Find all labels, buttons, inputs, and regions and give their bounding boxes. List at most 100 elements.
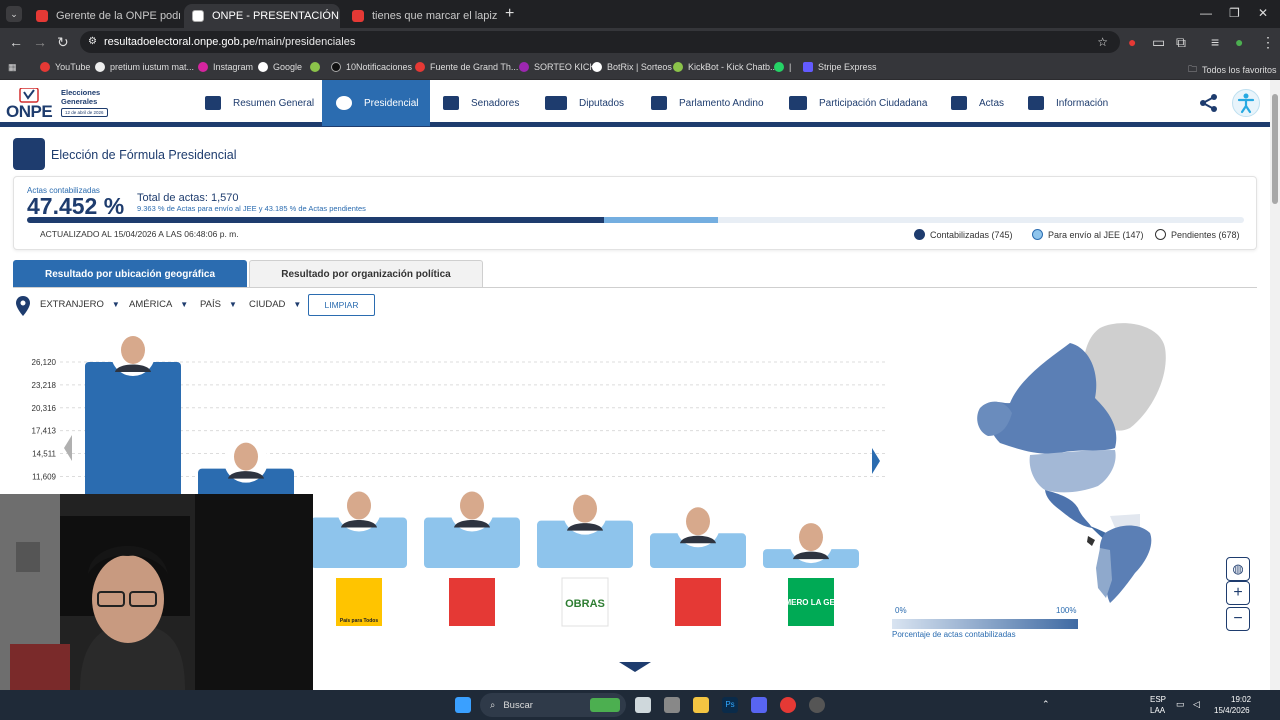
filter-label: EXTRANJERO	[40, 299, 104, 310]
tab-resultado-ubicacion-geografica[interactable]: Resultado por ubicación geográfica	[13, 260, 247, 288]
nav-informacion[interactable]: Información	[1021, 80, 1117, 126]
bookmark-botrix[interactable]: BotRix | Sorteos	[592, 62, 672, 72]
site-info-icon[interactable]: ⚙	[88, 31, 97, 53]
chart-next-arrow-icon[interactable]	[872, 448, 880, 474]
globe-icon[interactable]: ◍	[1226, 557, 1250, 581]
browser-tab-2[interactable]: ONPE - PRESENTACIÓN DE RES ✕	[184, 4, 340, 28]
reading-list-icon[interactable]: ≡	[1211, 35, 1219, 49]
tab-divider	[13, 287, 1257, 288]
apps-grid-icon[interactable]: ▦	[8, 62, 17, 73]
extensions-puzzle-icon[interactable]: ⧉	[1176, 35, 1186, 49]
nav-participacion-ciudadana[interactable]: Participación Ciudadana	[782, 80, 934, 126]
app-icon[interactable]	[664, 697, 680, 713]
extension-icon[interactable]: ▭	[1152, 35, 1165, 49]
map-usa[interactable]	[1029, 450, 1116, 493]
bookmark-grand-theft[interactable]: Fuente de Grand Th...	[415, 62, 518, 72]
clock-time[interactable]: 19:02	[1231, 695, 1251, 704]
scroll-down-arrow-icon[interactable]	[619, 662, 651, 672]
file-explorer-icon[interactable]	[693, 697, 709, 713]
party-logo[interactable]	[675, 578, 721, 626]
app-icon[interactable]	[809, 697, 825, 713]
bookmark-kickbot[interactable]: KickBot - Kick Chatb...	[673, 62, 778, 72]
task-view-icon[interactable]	[635, 697, 651, 713]
nav-label: Presidencial	[364, 97, 419, 109]
browser-tab-1[interactable]: Gerente de la ONPE podría seg ✕	[28, 4, 180, 28]
bookmark-icon-only[interactable]	[310, 62, 325, 72]
share-icon[interactable]	[1199, 93, 1219, 113]
americas-map[interactable]	[960, 318, 1175, 608]
chevron-down-icon: ▼	[111, 300, 120, 309]
bookmark-star-icon[interactable]: ☆	[1097, 31, 1108, 53]
location-pin-icon	[16, 296, 30, 316]
tab-search-chevron-icon[interactable]: ⌄	[6, 6, 22, 22]
nav-parlamento-andino[interactable]: Parlamento Andino	[644, 80, 772, 126]
input-language[interactable]: ESP	[1150, 695, 1166, 704]
bookmark-10notificaciones[interactable]: 10Notificaciones	[331, 62, 412, 72]
zoom-out-minus-icon[interactable]: −	[1226, 607, 1250, 631]
zoom-in-plus-icon[interactable]: +	[1226, 581, 1250, 605]
restore-icon[interactable]: ❐	[1229, 6, 1240, 20]
page-scrollbar[interactable]	[1270, 80, 1280, 690]
filter-extranjero[interactable]: EXTRANJERO ▼	[40, 299, 120, 310]
party-logo[interactable]	[449, 578, 495, 626]
network-icon[interactable]: ▭	[1176, 699, 1185, 710]
nav-actas[interactable]: Actas	[944, 80, 1008, 126]
profile-avatar-icon[interactable]: ●	[1235, 35, 1243, 49]
reload-icon[interactable]: ↻	[57, 35, 69, 49]
tab-title: ONPE - PRESENTACIÓN DE RES	[212, 10, 340, 22]
bookmark-label: pretium iustum mat...	[110, 62, 195, 72]
filter-pais[interactable]: PAÍS ▼	[200, 299, 237, 310]
filter-ciudad[interactable]: CIUDAD ▼	[249, 299, 301, 310]
nav-resumen-general[interactable]: Resumen General	[196, 80, 322, 126]
all-bookmarks-folder[interactable]: 🗀 Todos los favoritos	[1188, 62, 1277, 78]
nav-label: Diputados	[579, 97, 625, 109]
limpiar-button[interactable]: LIMPIAR	[308, 294, 375, 316]
back-arrow-icon[interactable]: ←	[9, 35, 23, 49]
chevron-down-icon: ▼	[180, 300, 189, 309]
filter-america[interactable]: AMÉRICA ▼	[129, 299, 188, 310]
bookmark-instagram[interactable]: Instagram	[198, 62, 253, 72]
nav-senadores[interactable]: Senadores	[436, 80, 532, 126]
bookmark-pretium[interactable]: pretium iustum mat...	[95, 62, 194, 72]
bookmark-youtube[interactable]: YouTube	[40, 62, 90, 72]
youtube-icon	[352, 10, 364, 22]
actas-progress-bar	[27, 217, 1244, 223]
globe-parliament-icon	[651, 96, 667, 110]
bookmark-google[interactable]: Google	[258, 62, 302, 72]
url-field[interactable]: ⚙ resultadoelectoral.onpe.gob.pe/main/pr…	[80, 31, 1120, 53]
accessibility-icon[interactable]	[1232, 89, 1260, 117]
extension-icon[interactable]: ●	[1128, 35, 1136, 49]
forward-arrow-icon[interactable]: →	[33, 35, 47, 49]
new-tab-plus-icon[interactable]: +	[505, 5, 514, 23]
bookmark-label: YouTube	[55, 62, 91, 72]
nav-presidencial[interactable]: Presidencial	[322, 80, 430, 126]
map-mexico[interactable]	[1045, 490, 1092, 528]
chevron-up-icon[interactable]: ⌃	[1042, 699, 1050, 710]
browser-tab-3[interactable]: tienes que marcar el lapiz caraj ✕	[344, 4, 500, 28]
taskbar-search[interactable]: ⌕ Buscar	[480, 693, 626, 717]
logo-date: 12 de abril de 2026	[61, 108, 108, 117]
bookmark-label: SORTEO KICK	[534, 62, 596, 72]
minimize-icon[interactable]: —	[1200, 6, 1212, 20]
bookmark-label: |	[789, 62, 792, 72]
address-toolbar: ← → ↻ ⚙ resultadoelectoral.onpe.gob.pe/m…	[0, 28, 1280, 56]
volume-icon[interactable]: ◁	[1193, 699, 1200, 710]
windows-start-icon[interactable]	[455, 697, 471, 713]
bookmark-whatsapp[interactable]: |	[774, 62, 791, 72]
close-window-icon[interactable]: ✕	[1258, 6, 1268, 20]
photoshop-icon[interactable]: Ps	[722, 697, 738, 713]
url-path: /main/presidenciales	[255, 36, 356, 48]
tab-resultado-organizacion-politica[interactable]: Resultado por organización política	[249, 260, 483, 288]
scrollbar-thumb[interactable]	[1272, 94, 1278, 204]
clock-date[interactable]: 15/4/2026	[1214, 706, 1250, 715]
browser-menu-icon[interactable]: ⋮	[1261, 35, 1275, 49]
onpe-logo[interactable]: ONPE Elecciones Generales 12 de abril de…	[6, 87, 116, 122]
chart-prev-arrow-icon[interactable]	[64, 435, 72, 461]
discord-icon[interactable]	[751, 697, 767, 713]
legend-label: Pendientes (678)	[1171, 229, 1240, 240]
input-layout[interactable]: LAA	[1150, 706, 1165, 715]
chrome-icon[interactable]	[780, 697, 796, 713]
bookmark-stripe[interactable]: Stripe Express	[803, 62, 877, 72]
nav-diputados[interactable]: Diputados	[538, 80, 638, 126]
bookmark-sorteo-kick[interactable]: SORTEO KICK	[519, 62, 595, 72]
